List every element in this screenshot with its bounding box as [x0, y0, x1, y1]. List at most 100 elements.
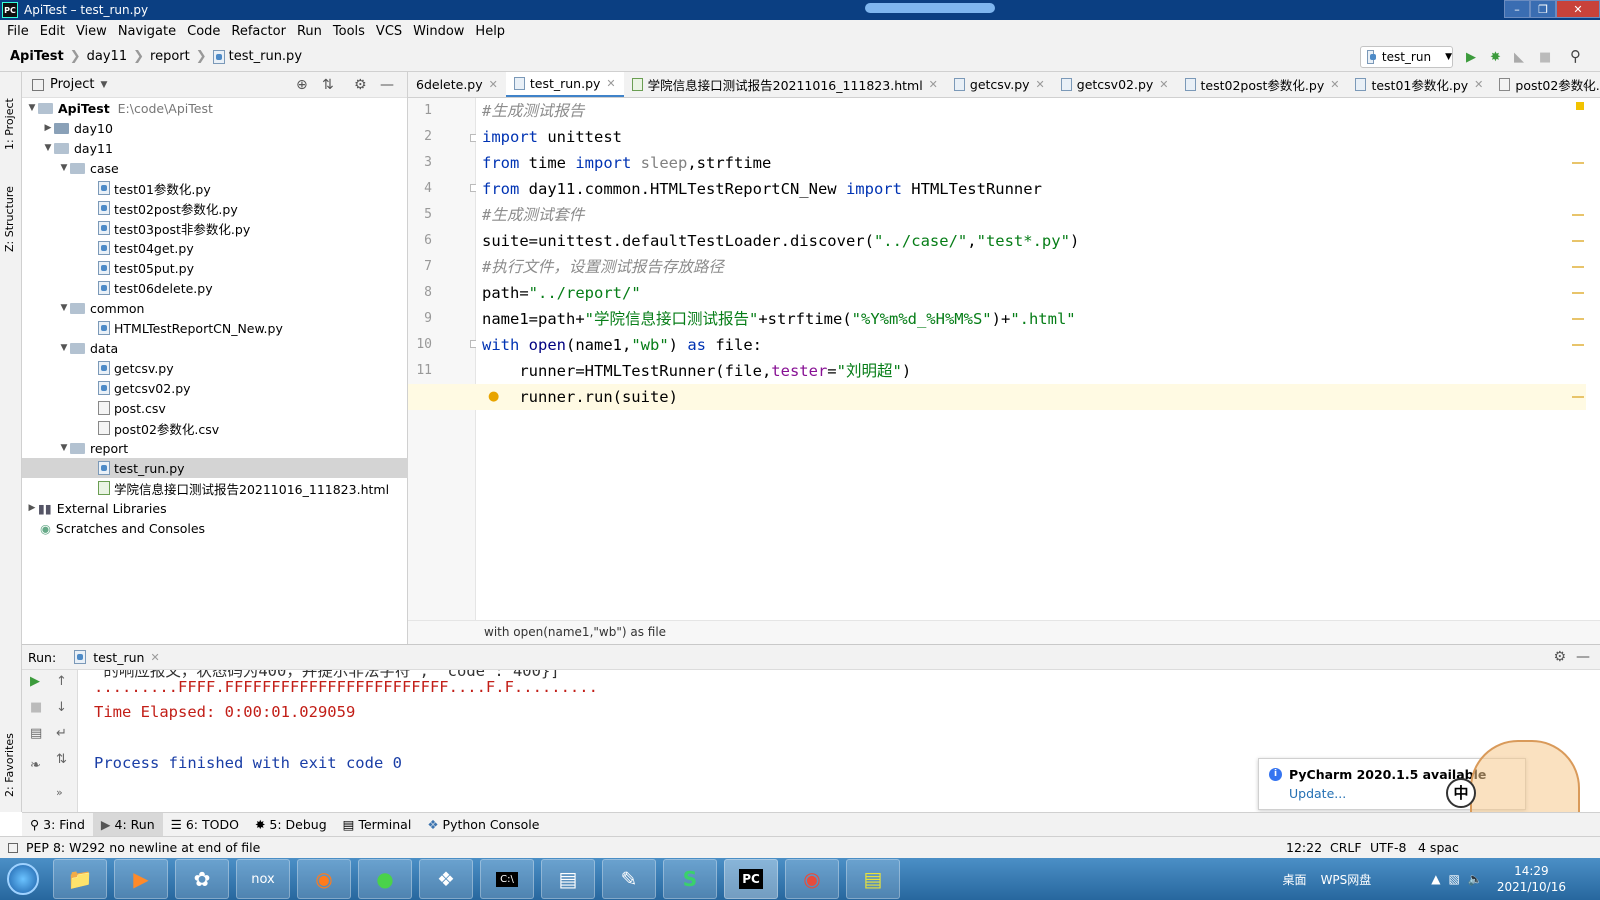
- close-icon[interactable]: ✕: [1036, 78, 1045, 91]
- pin-icon[interactable]: ❧: [30, 758, 41, 773]
- run-config-select[interactable]: test_run ▼: [1360, 46, 1453, 68]
- rerun-icon[interactable]: ▶: [30, 674, 40, 689]
- layout-icon[interactable]: ▤: [30, 726, 42, 741]
- menu-code[interactable]: Code: [187, 24, 220, 39]
- tree-file-selected[interactable]: test_run.py: [22, 458, 408, 478]
- volume-icon[interactable]: 🔈: [1468, 872, 1483, 886]
- indent-setting[interactable]: 4 spac: [1418, 840, 1459, 855]
- locate-icon[interactable]: ⊕: [296, 77, 308, 93]
- menu-edit[interactable]: Edit: [40, 24, 65, 39]
- chevron-down-icon[interactable]: ▼: [58, 303, 70, 313]
- restore-button[interactable]: ❐: [1530, 0, 1556, 18]
- menu-window[interactable]: Window: [413, 24, 464, 39]
- tree-item-day10[interactable]: ▶ day10: [22, 118, 408, 138]
- network-icon[interactable]: ▧: [1449, 872, 1460, 886]
- status-window-icon[interactable]: [8, 842, 18, 853]
- tree-file[interactable]: test04get.py: [22, 238, 408, 258]
- taskbar-nox[interactable]: nox: [236, 859, 290, 899]
- tab-find[interactable]: ⚲ 3: Find: [22, 813, 93, 837]
- taskbar-cmd[interactable]: C:\: [480, 859, 534, 899]
- gear-icon[interactable]: ⚙: [354, 77, 367, 93]
- file-encoding[interactable]: UTF-8: [1370, 840, 1406, 855]
- chevron-right-icon[interactable]: ▶: [26, 503, 38, 513]
- tab-debug[interactable]: ✸ 5: Debug: [247, 813, 335, 837]
- menu-refactor[interactable]: Refactor: [231, 24, 286, 39]
- taskbar-explorer[interactable]: 📁: [53, 859, 107, 899]
- chevron-down-icon[interactable]: ▼: [58, 343, 70, 353]
- hide-icon[interactable]: —: [380, 77, 394, 93]
- close-icon[interactable]: ✕: [1159, 78, 1168, 91]
- tab-todo[interactable]: ☰ 6: TODO: [163, 813, 247, 837]
- start-button[interactable]: [0, 858, 46, 900]
- tree-file[interactable]: test06delete.py: [22, 278, 408, 298]
- tree-item-common[interactable]: ▼ common: [22, 298, 408, 318]
- taskbar-wps[interactable]: S: [663, 859, 717, 899]
- tab-test02post[interactable]: test02post参数化.py ✕: [1177, 72, 1348, 97]
- taskbar-chrome[interactable]: ◉: [785, 859, 839, 899]
- taskbar-media-player[interactable]: ▶: [114, 859, 168, 899]
- menu-view[interactable]: View: [76, 24, 107, 39]
- breadcrumb-report[interactable]: report: [150, 49, 190, 64]
- tree-item-external-libraries[interactable]: ▶ ▮▮ External Libraries: [22, 498, 408, 518]
- chevron-right-icon[interactable]: ▶: [42, 123, 54, 133]
- tree-file[interactable]: getcsv02.py: [22, 378, 408, 398]
- structure-tool-tab[interactable]: Z: Structure: [3, 167, 16, 252]
- collapse-all-icon[interactable]: ⇅: [322, 77, 334, 93]
- tree-file[interactable]: HTMLTestReportCN_New.py: [22, 318, 408, 338]
- tree-item-case[interactable]: ▼ case: [22, 158, 408, 178]
- breadcrumb-project[interactable]: ApiTest: [10, 49, 64, 64]
- menu-vcs[interactable]: VCS: [376, 24, 402, 39]
- tree-item-data[interactable]: ▼ data: [22, 338, 408, 358]
- tray-expand-icon[interactable]: ▲: [1431, 872, 1440, 886]
- breadcrumb-day11[interactable]: day11: [87, 49, 127, 64]
- menu-help[interactable]: Help: [475, 24, 505, 39]
- sort-icon[interactable]: ⇅: [56, 752, 67, 767]
- tab-getcsv[interactable]: getcsv.py ✕: [946, 72, 1053, 97]
- menu-tools[interactable]: Tools: [333, 24, 365, 39]
- tab-test01[interactable]: test01参数化.py ✕: [1347, 72, 1491, 97]
- tab-getcsv02[interactable]: getcsv02.py ✕: [1053, 72, 1177, 97]
- close-icon[interactable]: ✕: [489, 78, 498, 91]
- stop-icon[interactable]: ■: [30, 700, 42, 715]
- tree-file[interactable]: test02post参数化.py: [22, 198, 408, 218]
- taskbar-pycharm[interactable]: PC: [724, 859, 778, 899]
- tab-test-run[interactable]: test_run.py ✕: [505, 72, 624, 97]
- lightbulb-icon[interactable]: ●: [488, 389, 499, 404]
- taskbar-rss[interactable]: ❖: [419, 859, 473, 899]
- tree-file[interactable]: post.csv: [22, 398, 408, 418]
- minimize-button[interactable]: –: [1504, 0, 1530, 18]
- close-icon[interactable]: ✕: [606, 77, 615, 90]
- gear-icon[interactable]: ⚙: [1553, 649, 1566, 665]
- ime-indicator[interactable]: 中: [1446, 778, 1476, 808]
- tab-python-console[interactable]: ❖ Python Console: [419, 813, 547, 837]
- tab-run[interactable]: ▶ 4: Run: [92, 812, 163, 837]
- taskbar-notepad[interactable]: ✎: [602, 859, 656, 899]
- taskbar-firefox[interactable]: ◉: [297, 859, 351, 899]
- tab-delete[interactable]: 6delete.py ✕: [408, 72, 506, 97]
- taskbar-wechat[interactable]: ●: [358, 859, 412, 899]
- clock-date[interactable]: 2021/10/16: [1497, 879, 1566, 895]
- notification-update-link[interactable]: Update...: [1289, 786, 1346, 801]
- tree-root[interactable]: ▼ ApiTest E:\code\ApiTest: [22, 98, 408, 118]
- close-icon[interactable]: ✕: [1330, 78, 1339, 91]
- soft-wrap-icon[interactable]: ↵: [56, 726, 67, 741]
- tree-file[interactable]: test05put.py: [22, 258, 408, 278]
- project-panel-title[interactable]: Project: [50, 77, 94, 92]
- more-icon[interactable]: »: [56, 786, 63, 799]
- run-icon[interactable]: ▶: [1466, 50, 1476, 65]
- taskbar-app-baidu[interactable]: ✿: [175, 859, 229, 899]
- hide-icon[interactable]: —: [1576, 649, 1590, 665]
- tree-file[interactable]: test01参数化.py: [22, 178, 408, 198]
- debug-icon[interactable]: ✸: [1490, 50, 1501, 65]
- cursor-position[interactable]: 12:22: [1286, 840, 1322, 855]
- taskbar-database[interactable]: ▤: [541, 859, 595, 899]
- wps-cloud-label[interactable]: WPS网盘: [1321, 871, 1372, 888]
- chevron-down-icon[interactable]: ▼: [58, 163, 70, 173]
- tab-terminal[interactable]: ▤ Terminal: [335, 813, 420, 837]
- taskbar-chart-app[interactable]: ▤: [846, 859, 900, 899]
- menu-navigate[interactable]: Navigate: [118, 24, 176, 39]
- close-button[interactable]: ✕: [1556, 0, 1600, 18]
- coverage-icon[interactable]: ◣: [1514, 50, 1524, 65]
- tree-file[interactable]: post02参数化.csv: [22, 418, 408, 438]
- tree-item-scratches[interactable]: ◉ Scratches and Consoles: [22, 518, 408, 538]
